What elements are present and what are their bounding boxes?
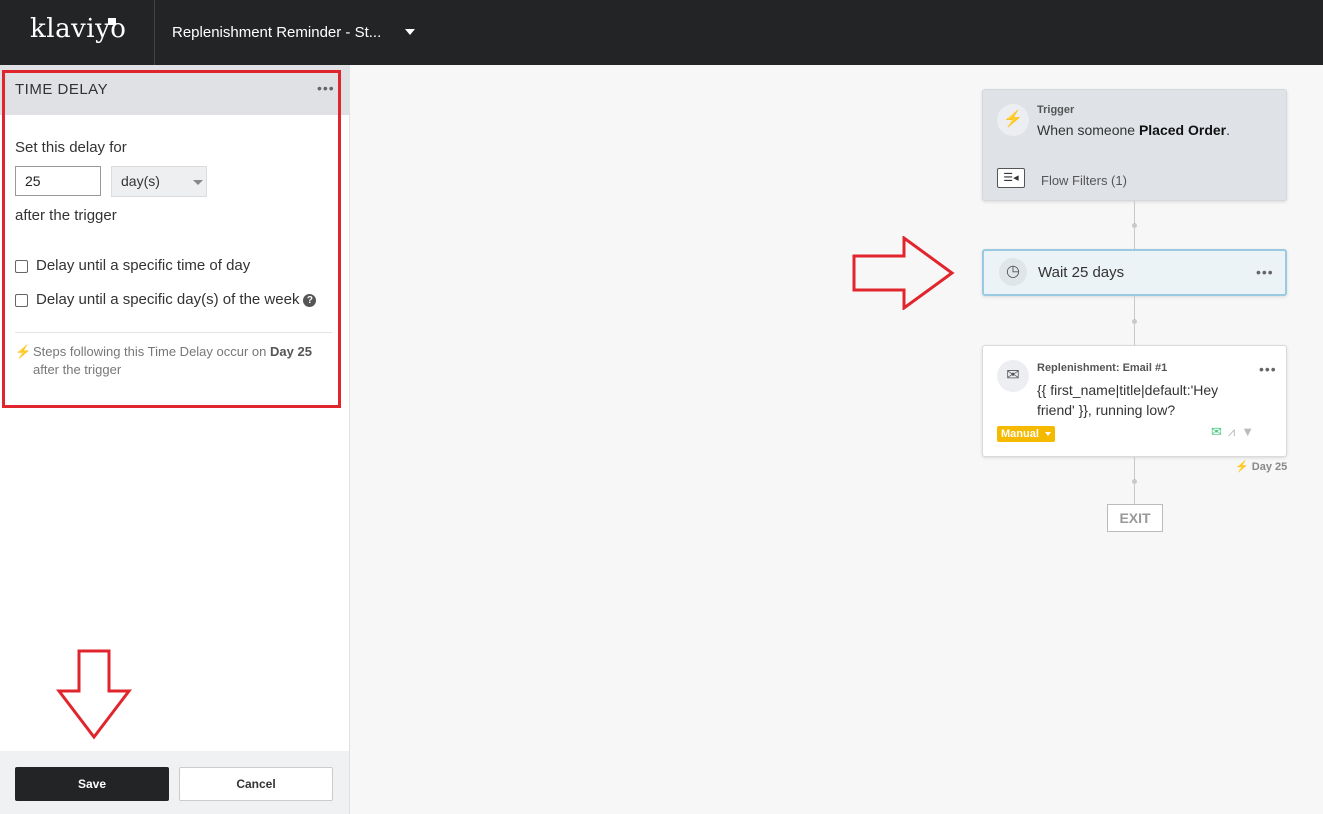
exit-node: EXIT	[1107, 504, 1163, 532]
clock-icon: ◷	[999, 258, 1027, 286]
email-verified-icon: ✉	[1211, 424, 1222, 439]
wait-label: Wait 25 days	[1038, 264, 1125, 281]
analytics-trend-icon: ⩘	[1227, 424, 1236, 439]
email-menu-ellipsis-icon[interactable]: •••	[1259, 362, 1277, 376]
annotation-down-arrow-icon	[55, 649, 133, 740]
email-status-icons: ✉ ⩘ ▼	[1211, 424, 1260, 440]
lightning-icon: ⚡	[997, 104, 1029, 136]
topbar-divider	[154, 0, 155, 65]
flow-filters-link[interactable]: Flow Filters (1)	[1041, 173, 1127, 188]
envelope-icon: ✉	[997, 360, 1029, 392]
day-badge-label: Day 25	[1251, 461, 1288, 473]
filter-icon: ▼	[1241, 424, 1255, 439]
manual-status-badge[interactable]: Manual	[997, 426, 1055, 442]
annotation-highlight-box	[2, 70, 341, 408]
save-button[interactable]: Save	[15, 767, 169, 801]
trigger-card[interactable]: ⚡ Trigger When someone Placed Order. ☰◂ …	[982, 89, 1287, 201]
manual-badge-label: Manual	[1001, 428, 1039, 440]
filter-list-icon: ☰◂	[997, 168, 1025, 188]
cancel-button[interactable]: Cancel	[179, 767, 333, 801]
connector-dot	[1132, 319, 1137, 324]
chevron-down-icon	[1044, 432, 1051, 436]
email-card[interactable]: ✉ Replenishment: Email #1 ••• {{ first_n…	[982, 345, 1287, 457]
email-subject: {{ first_name|title|default:'Hey friend'…	[1037, 382, 1219, 418]
flow-title[interactable]: Replenishment Reminder - St...	[172, 24, 381, 41]
day-badge: ⚡ Day 25	[1235, 461, 1288, 473]
trigger-description: When someone Placed Order.	[1037, 122, 1230, 138]
top-bar: klaviyo Replenishment Reminder - St...	[0, 0, 1323, 65]
flow-canvas[interactable]: ⚡ Trigger When someone Placed Order. ☰◂ …	[350, 65, 1323, 814]
annotation-right-arrow-icon	[852, 236, 955, 310]
time-delay-panel: TIME DELAY ••• Set this delay for 25 day…	[0, 65, 350, 814]
logo-flag-icon	[108, 18, 116, 25]
connector-dot	[1132, 223, 1137, 228]
trigger-suffix: .	[1226, 122, 1230, 138]
wait-card[interactable]: ◷ Wait 25 days •••	[982, 249, 1287, 296]
chevron-down-icon[interactable]	[405, 29, 415, 35]
connector-dot	[1132, 479, 1137, 484]
trigger-event: Placed Order	[1138, 122, 1227, 138]
trigger-label: Trigger	[1037, 104, 1075, 116]
wait-menu-ellipsis-icon[interactable]: •••	[1256, 265, 1274, 279]
email-label: Replenishment: Email #1	[1037, 362, 1168, 374]
trigger-prefix: When someone	[1037, 122, 1139, 138]
